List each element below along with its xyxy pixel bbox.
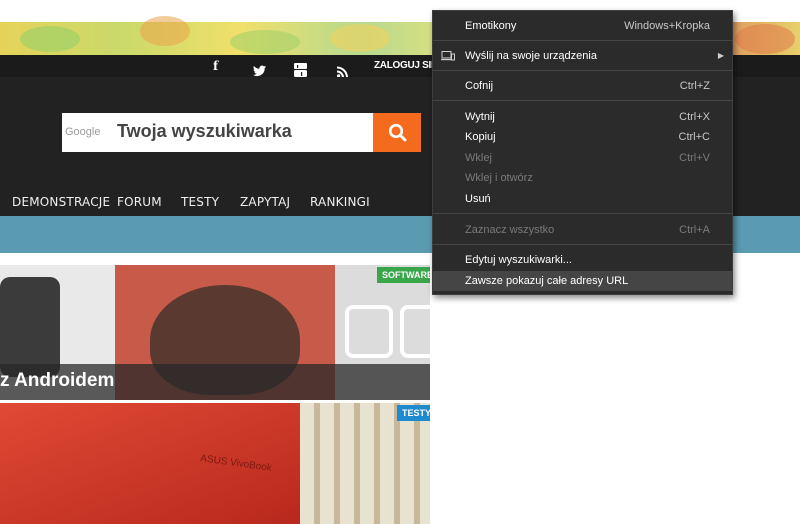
menu-item-wklej-i-otworz: Wklej i otwórz — [465, 172, 533, 184]
nav-item-demonstracje[interactable]: DEMONSTRACJE — [12, 195, 110, 209]
menu-item-wklej: Wklej Ctrl+V — [465, 152, 710, 164]
menu-item-emotikony[interactable]: Emotikony Windows+Kropka — [433, 16, 732, 36]
nav-item-zapytaj[interactable]: ZAPYTAJ — [240, 195, 290, 209]
context-menu: Emotikony Windows+Kropka Wyślij na swoje … — [432, 10, 733, 295]
article-caption: z Androidem — [0, 364, 430, 400]
google-logo: Google — [65, 126, 101, 138]
login-link[interactable]: ZALOGUJ SIĘ — [374, 55, 438, 77]
category-badge[interactable]: SOFTWARE — [377, 267, 430, 283]
search-button[interactable] — [373, 113, 421, 152]
article-title: z Androidem — [0, 370, 115, 391]
category-badge[interactable]: TESTY — [397, 405, 430, 421]
menu-item-usun[interactable]: Usuń — [433, 189, 732, 209]
menu-item-kopiuj[interactable]: Kopiuj Ctrl+C — [433, 127, 732, 147]
menu-item-wytnij[interactable]: Wytnij Ctrl+X — [433, 107, 732, 127]
nav-item-testy[interactable]: TESTY — [181, 195, 219, 209]
submenu-arrow-icon: ▶ — [717, 51, 724, 60]
article-card-software[interactable]: z Androidem SOFTWARE — [0, 265, 430, 400]
devices-icon — [441, 51, 455, 61]
search-icon — [388, 123, 407, 142]
article-card-testy[interactable]: ASUS VivoBook TESTY — [0, 403, 430, 524]
menu-item-send-to-devices[interactable]: Wyślij na swoje urządzenia ▶ — [433, 46, 732, 66]
menu-item-pokazuj-adresy-url[interactable]: Zawsze pokazuj całe adresy URL — [433, 271, 732, 291]
search-input[interactable]: Google Twoja wyszukiwarka — [62, 113, 373, 152]
menu-item-cofnij[interactable]: Cofnij Ctrl+Z — [433, 76, 732, 96]
menu-item-zaznacz-wszystko: Zaznacz wszystko Ctrl+A — [465, 224, 710, 236]
nav-item-rankingi[interactable]: RANKINGI — [310, 195, 370, 209]
search-text: Twoja wyszukiwarka — [117, 121, 292, 141]
nav-item-forum[interactable]: FORUM — [117, 195, 162, 209]
menu-item-edytuj-wyszukiwarki[interactable]: Edytuj wyszukiwarki... — [433, 250, 732, 270]
facebook-icon[interactable]: f — [213, 55, 218, 77]
